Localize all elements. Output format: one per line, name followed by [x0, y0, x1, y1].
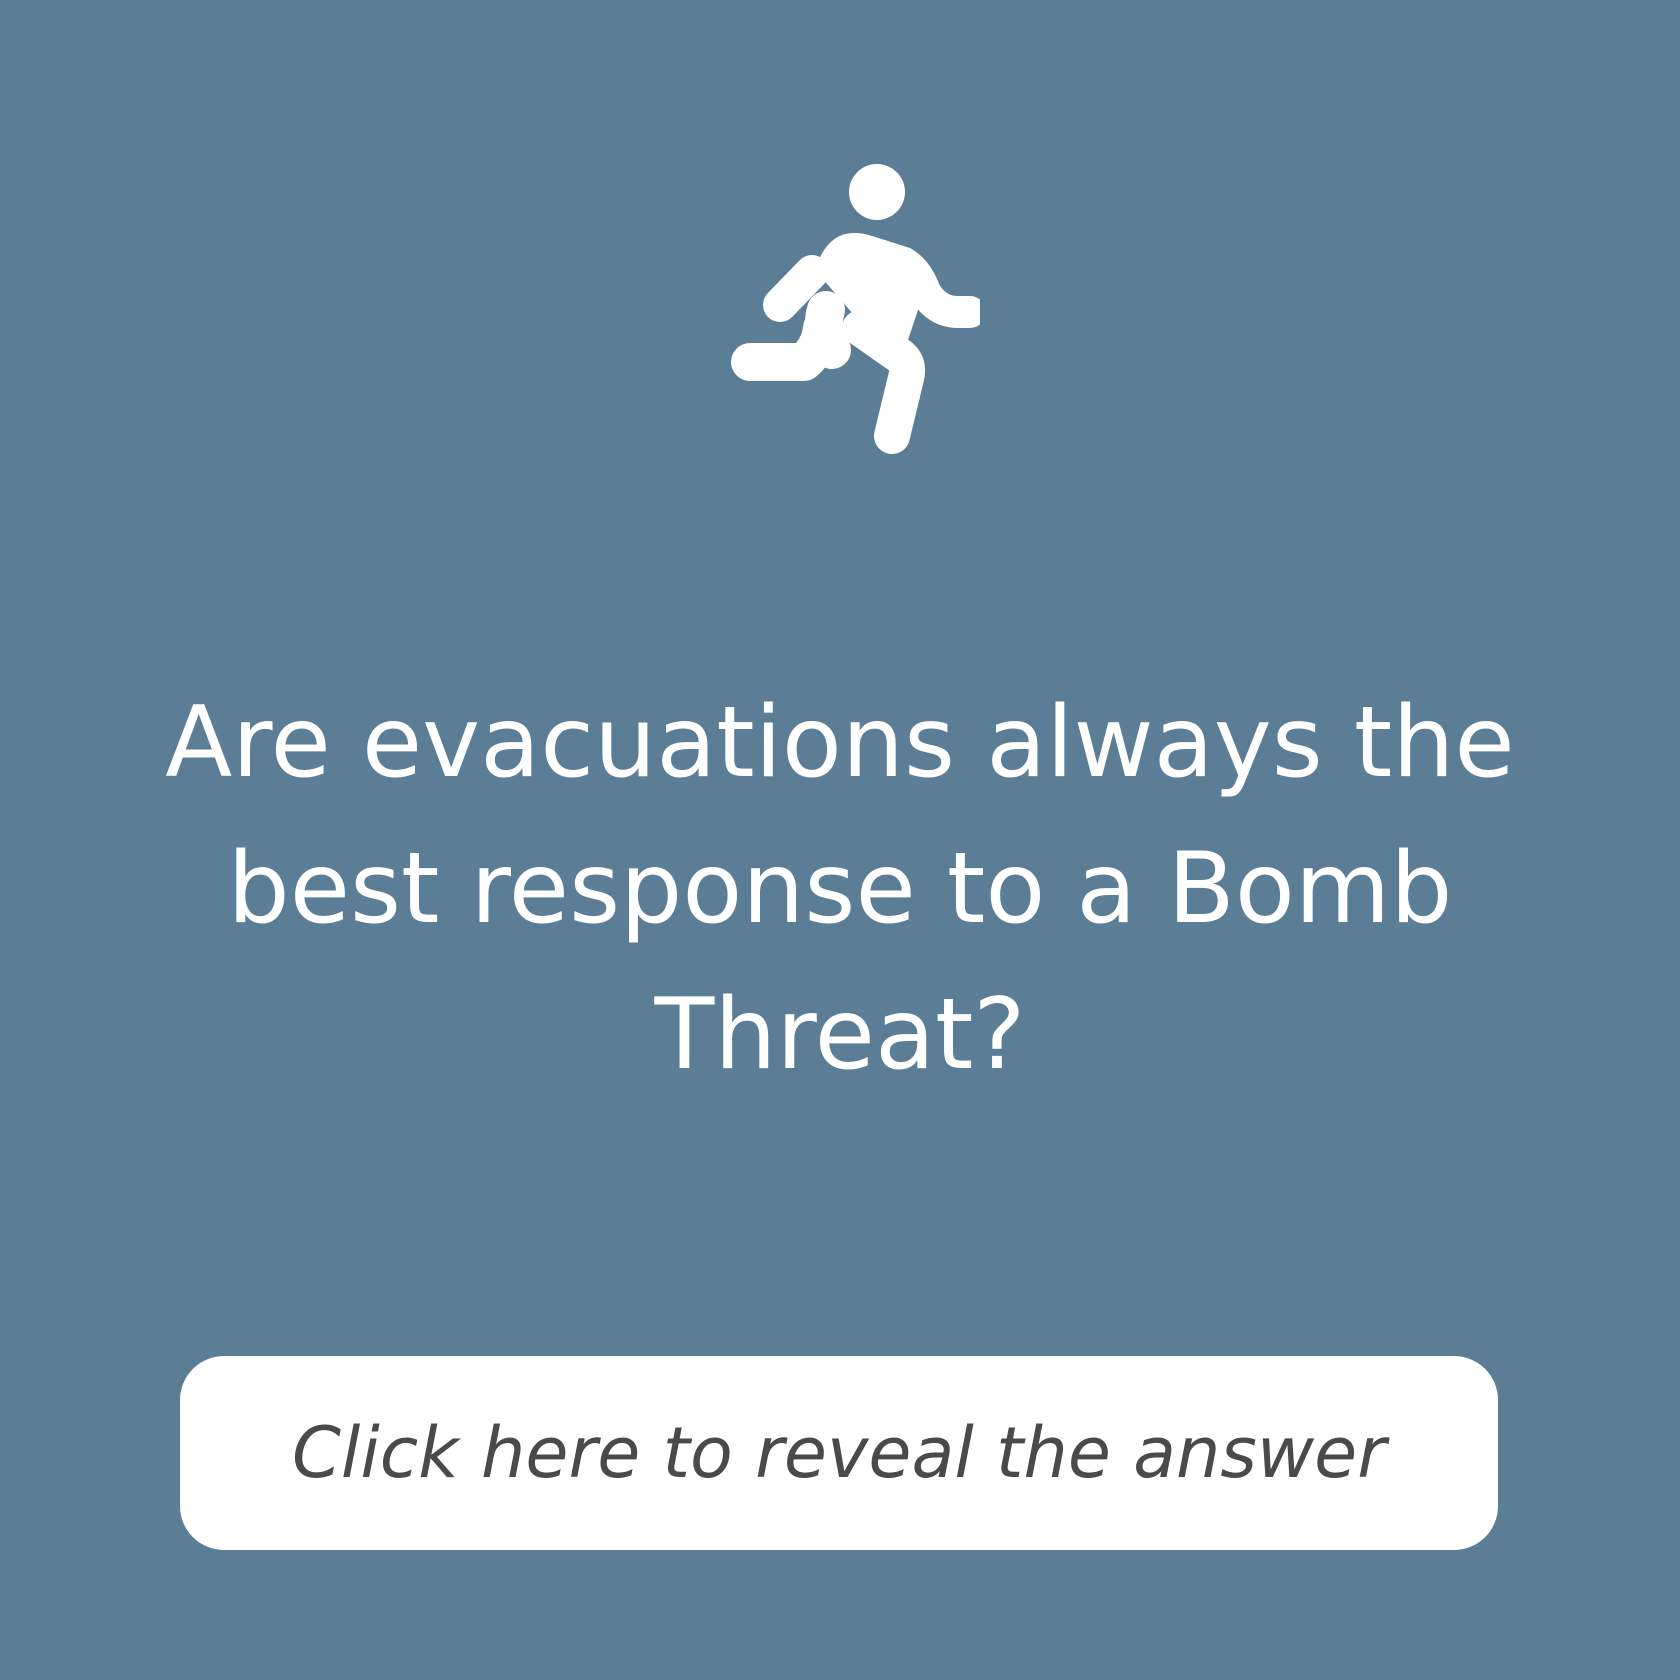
- reveal-answer-button[interactable]: Click here to reveal the answer: [180, 1356, 1498, 1550]
- flashcard: Are evacuations always the best response…: [0, 0, 1680, 1680]
- running-person-icon: [700, 150, 980, 470]
- question-text: Are evacuations always the best response…: [165, 686, 1515, 1092]
- reveal-answer-label: Click here to reveal the answer: [292, 1412, 1386, 1494]
